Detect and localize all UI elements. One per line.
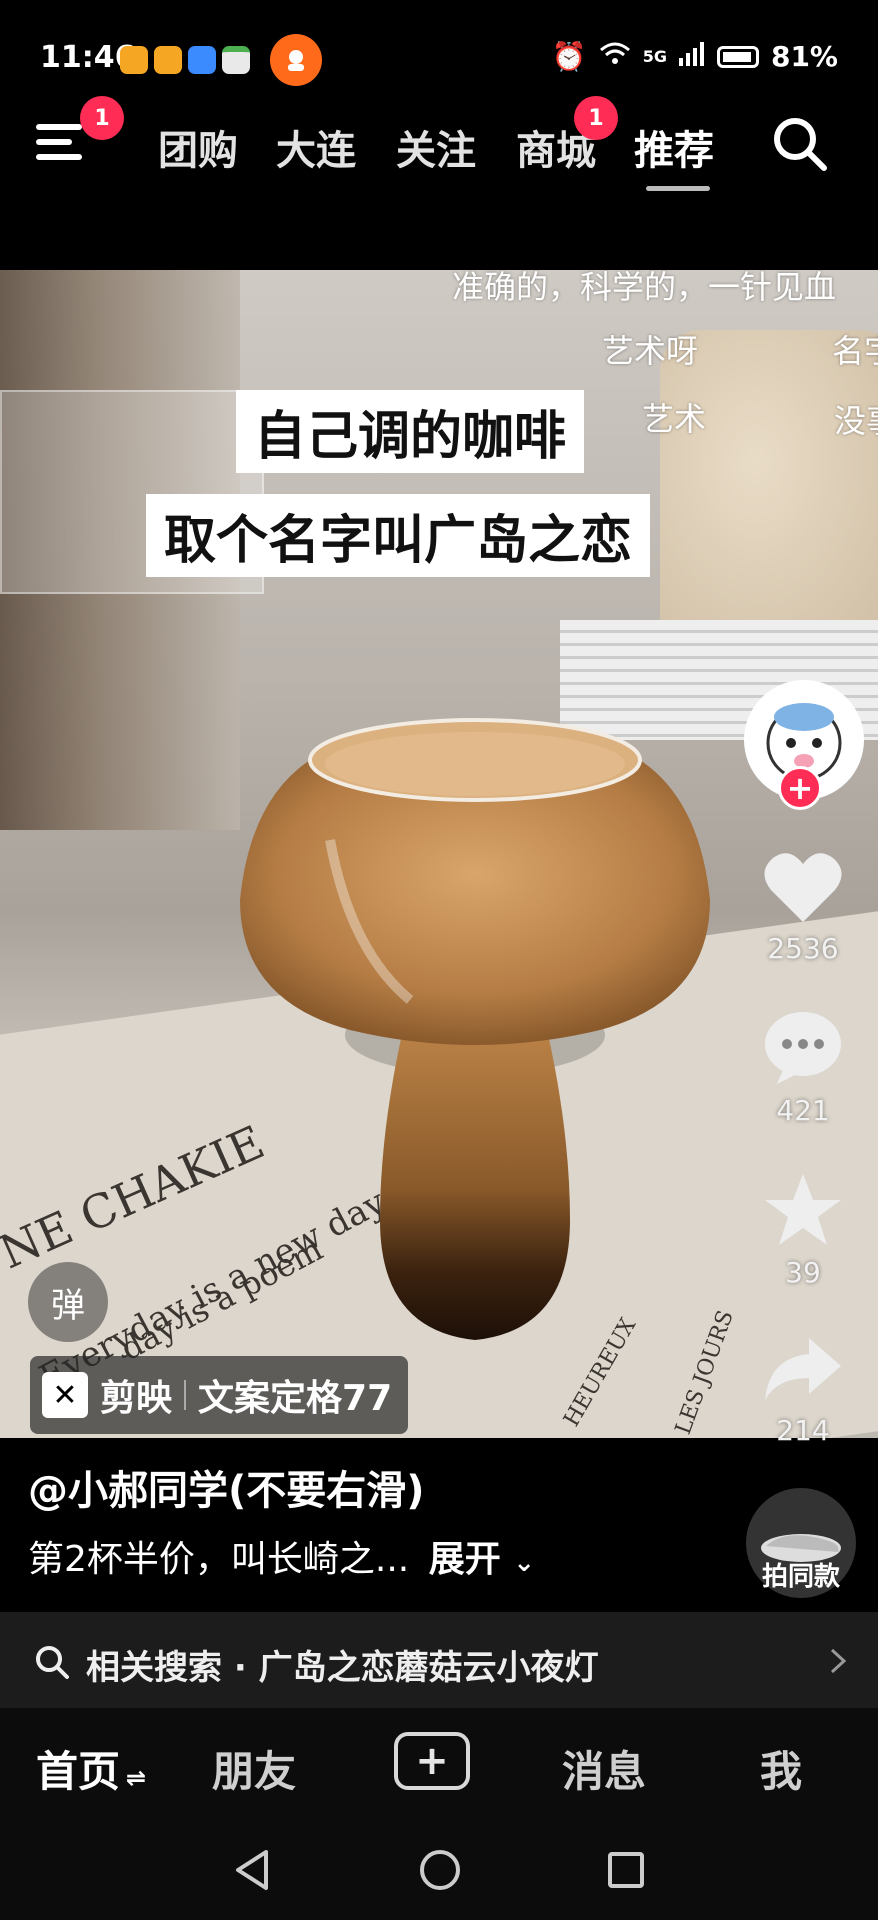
danmaku-comment: 艺术呀 xyxy=(602,332,699,370)
menu-icon[interactable] xyxy=(36,120,86,164)
capcut-icon: ✕ xyxy=(42,1372,88,1418)
tab-dalian[interactable]: 大连 xyxy=(276,118,356,176)
signal-icon xyxy=(678,40,705,73)
divider xyxy=(184,1380,187,1410)
refresh-icon: ⇌ xyxy=(126,1764,147,1792)
video-caption: 自己调的咖啡 xyxy=(236,390,585,473)
favorite-star-icon[interactable] xyxy=(763,1172,843,1248)
like-count: 2536 xyxy=(767,932,839,965)
back-nav-icon[interactable] xyxy=(232,1848,272,1892)
active-tab-indicator xyxy=(646,186,710,191)
search-icon[interactable] xyxy=(770,114,830,174)
danmaku-comment: 名字 xyxy=(832,332,878,370)
follow-button[interactable]: + xyxy=(778,766,822,810)
share-icon[interactable] xyxy=(763,1334,843,1404)
tab-home-label: 首页 xyxy=(36,1747,121,1796)
danmaku-toggle-button[interactable]: 弹 xyxy=(28,1262,108,1342)
danmaku-comment: 准确的，科学的，一针见血 xyxy=(452,270,837,306)
wallet-app-icon xyxy=(222,46,250,74)
app-notification-icon xyxy=(154,46,182,74)
tab-home[interactable]: 首页 ⇌ xyxy=(36,1738,146,1799)
like-icon[interactable] xyxy=(763,850,843,924)
expand-button[interactable]: 展开 ⌄ xyxy=(429,1539,535,1580)
chevron-down-icon: ⌄ xyxy=(513,1548,536,1578)
search-icon xyxy=(36,1646,69,1679)
app-notification-icon xyxy=(120,46,148,74)
comment-count: 421 xyxy=(776,1094,830,1127)
tab-recommend[interactable]: 推荐 xyxy=(634,118,714,176)
mall-badge: 1 xyxy=(574,96,618,140)
home-nav-icon[interactable] xyxy=(418,1848,462,1892)
danmaku-comment: 艺术 xyxy=(642,400,707,438)
message-app-icon xyxy=(188,46,216,74)
chevron-right-icon xyxy=(830,1648,847,1674)
recents-nav-icon[interactable] xyxy=(606,1848,646,1892)
tab-friends[interactable]: 朋友 xyxy=(212,1738,296,1799)
status-indicators: ⏰ 5G 81% xyxy=(552,40,838,73)
related-search-text: 相关搜索 · 广岛之恋蘑菇云小夜灯 xyxy=(86,1648,599,1688)
tab-messages[interactable]: 消息 xyxy=(562,1738,646,1799)
tab-group-buy[interactable]: 团购 xyxy=(158,118,238,176)
battery-percent: 81% xyxy=(770,40,838,73)
danmaku-comment: 没事 xyxy=(834,402,878,440)
source-template-tag[interactable]: ✕ 剪映 文案定格77 xyxy=(30,1356,409,1434)
same-style-label[interactable]: 拍同款 xyxy=(738,1556,864,1593)
network-type: 5G xyxy=(642,47,667,66)
wifi-icon xyxy=(599,40,631,73)
author-name[interactable]: @小郝同学(不要右滑) xyxy=(28,1458,425,1516)
share-count: 214 xyxy=(776,1414,830,1447)
description-text: 第2杯半价，叫长崎之... xyxy=(28,1539,410,1580)
menu-badge: 1 xyxy=(80,96,124,140)
sofa-right xyxy=(660,330,878,660)
video-caption: 取个名字叫广岛之恋 xyxy=(146,494,651,577)
tab-following[interactable]: 关注 xyxy=(396,118,476,176)
source-app-name: 剪映 xyxy=(100,1378,173,1419)
create-post-button[interactable]: + xyxy=(394,1732,470,1790)
plus-icon: + xyxy=(415,1738,449,1784)
comment-icon[interactable] xyxy=(763,1010,843,1084)
coffee-glass-image xyxy=(240,718,710,1340)
alarm-icon: ⏰ xyxy=(551,40,587,73)
source-template-name: 文案定格77 xyxy=(198,1378,393,1419)
post-description: 第2杯半价，叫长崎之... 展开 ⌄ xyxy=(28,1530,535,1582)
favorite-count: 39 xyxy=(785,1256,821,1289)
battery-icon xyxy=(716,45,759,68)
floating-avatar-icon[interactable] xyxy=(270,34,322,86)
tab-me[interactable]: 我 xyxy=(760,1738,802,1799)
expand-label: 展开 xyxy=(428,1539,501,1580)
danmaku-toggle-label: 弹 xyxy=(51,1285,85,1326)
